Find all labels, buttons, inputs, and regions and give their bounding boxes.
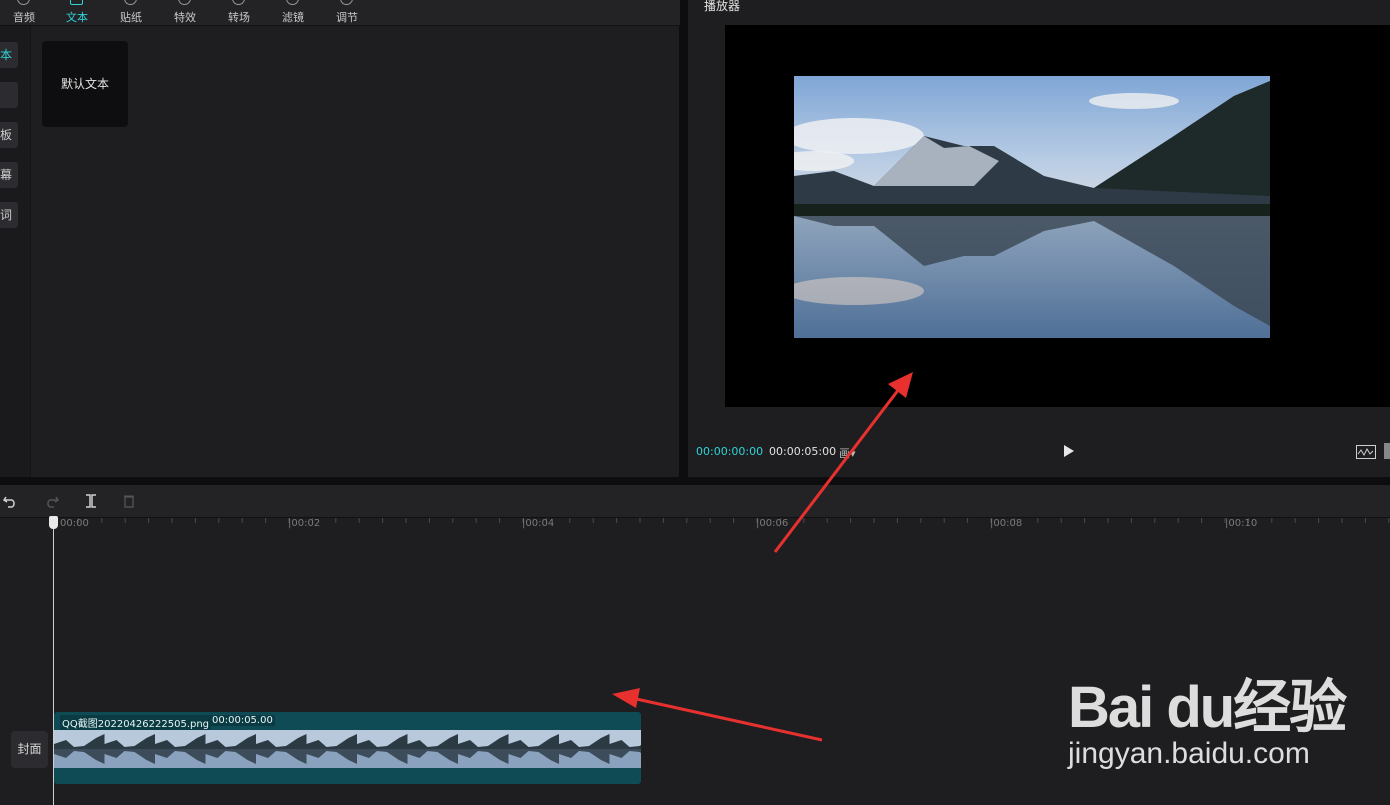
transition-icon <box>232 0 245 5</box>
playhead[interactable] <box>53 518 54 805</box>
fullscreen-button[interactable] <box>1384 443 1390 459</box>
baidu-watermark-url: jingyan.baidu.com <box>1068 737 1310 770</box>
tab-text[interactable]: 文本 <box>53 0 101 25</box>
ruler-label: |00:02 <box>288 518 321 529</box>
tab-label: 贴纸 <box>120 11 142 24</box>
clip-thumbnail <box>306 730 357 768</box>
player-title: 播放器 <box>704 0 741 13</box>
ruler-label: |00:10 <box>1225 518 1258 529</box>
undo-icon[interactable] <box>2 494 18 508</box>
text-icon <box>70 0 83 5</box>
current-time: 00:00:00:00 <box>696 445 764 458</box>
ruler-label: 00:00 <box>60 518 89 529</box>
scope-button[interactable] <box>1356 444 1376 459</box>
clip-thumbnail <box>54 730 105 768</box>
clip-name: QQ截图20220426222505.png <box>60 715 212 730</box>
timeline-toolbar <box>0 485 1390 518</box>
tab-label: 音频 <box>13 11 35 24</box>
cover-button[interactable]: 封面 <box>11 731 48 768</box>
tab-sticker[interactable]: 贴纸 <box>107 0 155 25</box>
tab-adjust[interactable]: 调节 <box>323 0 371 25</box>
clip-thumbnail <box>508 730 559 768</box>
tab-label: 滤镜 <box>282 11 304 24</box>
preview-image <box>794 76 1270 338</box>
sidebar-item-text[interactable]: 本 <box>0 42 18 68</box>
media-toolbar: 音频 文本 贴纸 特效 转场 滤镜 调节 <box>0 0 680 26</box>
play-button[interactable] <box>1062 443 1076 459</box>
text-category-sidebar: 本 板 幕 词 <box>0 26 31 477</box>
clip-thumbnail <box>559 730 610 768</box>
total-time: 00:00:05:00 <box>769 445 837 458</box>
tab-label: 转场 <box>228 11 250 24</box>
ruler-label: |00:04 <box>522 518 555 529</box>
play-icon <box>1064 445 1074 457</box>
sidebar-item-blank[interactable] <box>0 82 18 108</box>
timeline-ruler[interactable] <box>0 518 1390 532</box>
sidebar-item-template[interactable]: 板 <box>0 122 18 148</box>
default-text-card[interactable]: 默认文本 <box>42 41 128 127</box>
clip-thumbnails <box>54 730 641 768</box>
tab-transition[interactable]: 转场 <box>215 0 263 25</box>
effects-icon <box>178 0 191 5</box>
clip-thumbnail <box>458 730 509 768</box>
adjust-icon <box>340 0 353 5</box>
tab-audio[interactable]: 音频 <box>0 0 48 25</box>
waveform-icon <box>1356 445 1376 459</box>
tab-filter[interactable]: 滤镜 <box>269 0 317 25</box>
audio-icon <box>17 0 30 5</box>
clip-thumbnail <box>357 730 408 768</box>
tab-label: 文本 <box>66 11 88 24</box>
clip-thumbnail <box>155 730 206 768</box>
filter-icon <box>286 0 299 5</box>
clip-thumbnail <box>407 730 458 768</box>
clip-thumbnail <box>609 730 641 768</box>
ruler-label: |00:08 <box>990 518 1023 529</box>
clip-thumbnail <box>205 730 256 768</box>
sidebar-item-subtitle[interactable]: 幕 <box>0 162 18 188</box>
tab-label: 特效 <box>174 11 196 24</box>
tab-label: 调节 <box>336 11 358 24</box>
clip-thumbnail <box>104 730 155 768</box>
baidu-watermark-logo: Bai du经验 <box>1068 675 1347 740</box>
redo-icon[interactable] <box>44 494 60 508</box>
split-icon[interactable] <box>84 494 98 508</box>
sidebar-item-lyrics[interactable]: 词 <box>0 202 18 228</box>
tab-effects[interactable]: 特效 <box>161 0 209 25</box>
ruler-label: |00:06 <box>756 518 789 529</box>
playhead-handle[interactable] <box>49 516 58 529</box>
ratio-dropdown[interactable]: 画▾ <box>839 445 856 461</box>
delete-icon[interactable] <box>123 494 135 508</box>
clip-duration: 00:00:05.00 <box>210 715 275 726</box>
clip-thumbnail <box>256 730 307 768</box>
sticker-icon <box>124 0 137 5</box>
